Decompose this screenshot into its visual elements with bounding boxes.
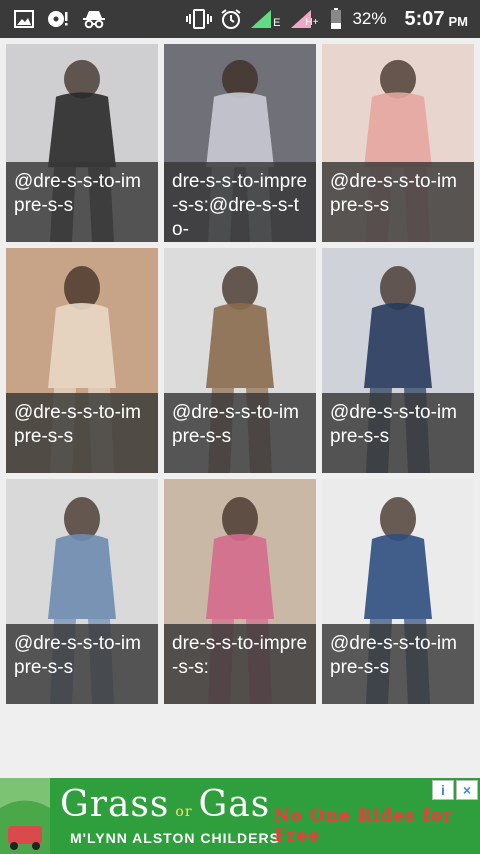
clock-time: 5:07 — [404, 7, 445, 30]
tile-caption-text: @dre-s-s-to-impre-s-s — [330, 171, 457, 216]
gallery-icon — [14, 10, 34, 28]
ad-title-grass: Grass — [60, 784, 170, 825]
music-alert-icon — [46, 9, 70, 29]
tile-caption-text: dre-s-s-to-impre-s-s: — [172, 633, 308, 678]
incognito-icon — [82, 9, 106, 29]
tile-caption: @dre-s-s-to-impre-s-s — [322, 393, 474, 473]
tile-caption: @dre-s-s-to-impre-s-s — [322, 162, 474, 242]
battery-icon — [330, 8, 342, 30]
image-tile[interactable]: @dre-s-s-to-impre-s-s — [164, 248, 316, 473]
ad-title-or: or — [175, 804, 193, 820]
tile-caption-text: @dre-s-s-to-impre-s-s — [14, 171, 141, 216]
ad-close-label: × — [462, 782, 472, 798]
ad-controls: i × — [432, 780, 478, 800]
network-label-e: E — [273, 17, 281, 29]
image-tile[interactable]: dre-s-s-to-impre-s-s: — [164, 479, 316, 704]
tile-caption: dre-s-s-to-impre-s-s: — [164, 624, 316, 704]
network-label-hplus: H+ — [305, 17, 319, 28]
ad-title-gas: Gas — [198, 784, 271, 825]
clock-ampm: PM — [448, 13, 469, 29]
ad-info-icon[interactable]: i — [432, 780, 454, 800]
image-tile[interactable]: @dre-s-s-to-impre-s-s — [6, 248, 158, 473]
image-tile[interactable]: @dre-s-s-to-impre-s-s — [6, 479, 158, 704]
signal-icon: E — [250, 9, 280, 29]
ad-close-icon[interactable]: × — [456, 780, 478, 800]
tile-caption: @dre-s-s-to-impre-s-s — [6, 393, 158, 473]
tile-caption-text: @dre-s-s-to-impre-s-s — [172, 402, 299, 447]
ad-subtitle: M'LYNN ALSTON CHILDERS — [70, 830, 280, 846]
tile-caption: @dre-s-s-to-impre-s-s — [6, 624, 158, 704]
tile-caption: @dre-s-s-to-impre-s-s — [322, 624, 474, 704]
ad-tagline: No One Rides for Free — [274, 806, 454, 846]
alarm-icon — [220, 8, 242, 30]
tile-caption: @dre-s-s-to-impre-s-s — [6, 162, 158, 242]
ad-title: Grass or Gas — [60, 784, 270, 825]
tile-caption: dre-s-s-to-impre-s-s:@dre-s-s-to- — [164, 162, 316, 242]
ad-banner[interactable]: Grass or Gas M'LYNN ALSTON CHILDERS No One… — [0, 778, 480, 854]
ad-info-label: i — [441, 782, 445, 798]
tile-caption-text: @dre-s-s-to-impre-s-s — [14, 633, 141, 678]
image-tile[interactable]: @dre-s-s-to-impre-s-s — [322, 479, 474, 704]
image-tile[interactable]: dre-s-s-to-impre-s-s:@dre-s-s-to- — [164, 44, 316, 242]
signal-data-icon: H+ — [290, 9, 318, 29]
image-tile[interactable]: @dre-s-s-to-impre-s-s — [322, 248, 474, 473]
tile-caption-text: dre-s-s-to-impre-s-s:@dre-s-s-to- — [172, 171, 308, 240]
ad-logo — [0, 778, 50, 854]
tile-caption-text: @dre-s-s-to-impre-s-s — [14, 402, 141, 447]
tile-caption: @dre-s-s-to-impre-s-s — [164, 393, 316, 473]
tile-caption-text: @dre-s-s-to-impre-s-s — [330, 633, 457, 678]
image-tile[interactable]: @dre-s-s-to-impre-s-s — [322, 44, 474, 242]
battery-percent: 32% — [352, 9, 387, 28]
status-bar: E H+ 32% 5:07 PM — [0, 0, 480, 38]
image-tile[interactable]: @dre-s-s-to-impre-s-s — [6, 44, 158, 242]
vibrate-icon — [186, 9, 213, 29]
tile-caption-text: @dre-s-s-to-impre-s-s — [330, 402, 457, 447]
